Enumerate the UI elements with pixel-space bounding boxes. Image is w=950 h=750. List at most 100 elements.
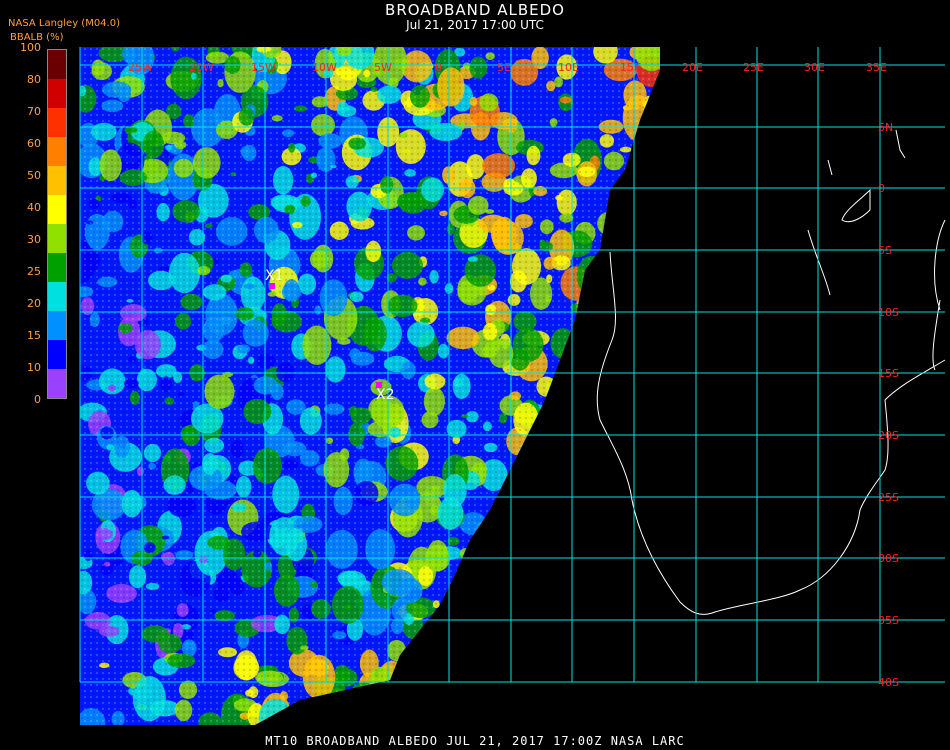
albedo-cell bbox=[635, 161, 660, 176]
albedo-cell bbox=[365, 691, 380, 704]
albedo-cell bbox=[645, 519, 660, 537]
albedo-cell bbox=[641, 461, 654, 480]
albedo-cell bbox=[619, 258, 641, 285]
albedo-cell bbox=[608, 693, 620, 705]
albedo-cell bbox=[551, 602, 582, 634]
albedo-cell bbox=[642, 486, 660, 504]
albedo-cell bbox=[519, 693, 540, 718]
albedo-cell bbox=[645, 325, 658, 339]
albedo-cell bbox=[514, 485, 527, 497]
albedo-cell bbox=[611, 556, 633, 576]
albedo-cell bbox=[624, 589, 633, 596]
albedo-cell bbox=[604, 524, 626, 536]
albedo-cell bbox=[604, 385, 619, 398]
latitude-label: 5S bbox=[878, 244, 892, 257]
albedo-cell bbox=[567, 380, 586, 400]
albedo-cell bbox=[459, 664, 472, 680]
albedo-cell bbox=[593, 428, 604, 439]
albedo-cell bbox=[571, 324, 601, 348]
albedo-cell bbox=[495, 608, 522, 637]
longitude-label: 10E bbox=[558, 61, 579, 74]
latitude-label: 5N bbox=[878, 121, 893, 134]
albedo-cell bbox=[583, 491, 610, 517]
albedo-cell bbox=[630, 406, 653, 437]
albedo-cell bbox=[578, 338, 586, 344]
albedo-cell bbox=[588, 277, 602, 285]
albedo-cell bbox=[445, 653, 455, 662]
longitude-label: 25W bbox=[128, 61, 153, 74]
albedo-cell bbox=[596, 622, 606, 629]
albedo-cell bbox=[596, 585, 616, 598]
longitude-label: 15E bbox=[620, 61, 641, 74]
albedo-cell bbox=[622, 200, 656, 233]
albedo-cell bbox=[470, 560, 504, 599]
albedo-cell bbox=[510, 578, 539, 615]
albedo-cell bbox=[532, 558, 558, 574]
albedo-cell bbox=[563, 499, 598, 534]
longitude-label: 30E bbox=[804, 61, 825, 74]
marker-x2-label: X2 bbox=[376, 387, 395, 403]
albedo-cell bbox=[461, 585, 489, 614]
albedo-cell bbox=[566, 672, 594, 702]
albedo-cell bbox=[575, 590, 582, 601]
albedo-cell bbox=[559, 641, 587, 662]
albedo-cell bbox=[585, 333, 595, 346]
albedo-cell bbox=[423, 644, 439, 659]
albedo-cell bbox=[541, 413, 564, 436]
albedo-cell bbox=[378, 705, 388, 712]
albedo-cell bbox=[628, 470, 636, 478]
albedo-cell bbox=[631, 525, 645, 543]
albedo-cell bbox=[478, 563, 504, 581]
albedo-cell bbox=[636, 216, 660, 238]
albedo-cell bbox=[634, 626, 660, 643]
longitude-label: 5W bbox=[374, 61, 392, 74]
coastline-madagascar bbox=[932, 299, 941, 371]
footer-caption: MT10 BROADBAND ALBEDO JUL 21, 2017 17:00… bbox=[265, 734, 685, 748]
albedo-cell bbox=[584, 445, 619, 491]
albedo-cell bbox=[523, 539, 530, 544]
albedo-cell bbox=[589, 412, 617, 436]
albedo-cell bbox=[644, 463, 659, 476]
albedo-cell bbox=[643, 322, 660, 353]
albedo-cell bbox=[599, 248, 609, 262]
latitude-label: 20S bbox=[878, 429, 899, 442]
albedo-cell bbox=[555, 465, 563, 472]
latitude-label: 10S bbox=[878, 306, 899, 319]
albedo-cell bbox=[366, 705, 385, 725]
albedo-cell bbox=[634, 585, 647, 596]
albedo-cell bbox=[617, 692, 642, 708]
albedo-cell bbox=[612, 187, 645, 216]
albedo-cell bbox=[550, 583, 584, 618]
albedo-cell bbox=[329, 705, 338, 717]
albedo-cell bbox=[562, 401, 575, 418]
albedo-cell bbox=[506, 508, 517, 517]
albedo-cell bbox=[618, 594, 632, 603]
albedo-cell bbox=[524, 465, 556, 486]
marker-x1-label: X1 bbox=[265, 268, 284, 284]
albedo-cell bbox=[527, 521, 550, 536]
albedo-cell bbox=[544, 563, 561, 587]
albedo-cell bbox=[467, 565, 477, 575]
albedo-cell bbox=[521, 692, 546, 721]
albedo-cell bbox=[529, 666, 561, 707]
albedo-cell bbox=[608, 384, 637, 407]
albedo-cell bbox=[328, 703, 354, 725]
albedo-cell bbox=[629, 192, 650, 223]
albedo-cell bbox=[441, 669, 465, 702]
albedo-cell bbox=[600, 404, 614, 420]
albedo-cell bbox=[538, 410, 567, 447]
albedo-cell bbox=[459, 671, 487, 687]
albedo-cell bbox=[618, 238, 643, 269]
albedo-cell bbox=[482, 521, 510, 542]
albedo-cell bbox=[461, 604, 473, 621]
albedo-cell bbox=[534, 688, 556, 711]
albedo-cell bbox=[610, 421, 618, 426]
albedo-cell bbox=[483, 694, 499, 708]
longitude-label: 35E bbox=[866, 61, 887, 74]
albedo-cell bbox=[538, 702, 559, 725]
albedo-cell bbox=[603, 459, 623, 485]
albedo-cell bbox=[502, 702, 511, 715]
longitude-label: 20W bbox=[189, 61, 214, 74]
latitude-label: 35S bbox=[878, 614, 899, 627]
albedo-cell bbox=[598, 401, 623, 434]
